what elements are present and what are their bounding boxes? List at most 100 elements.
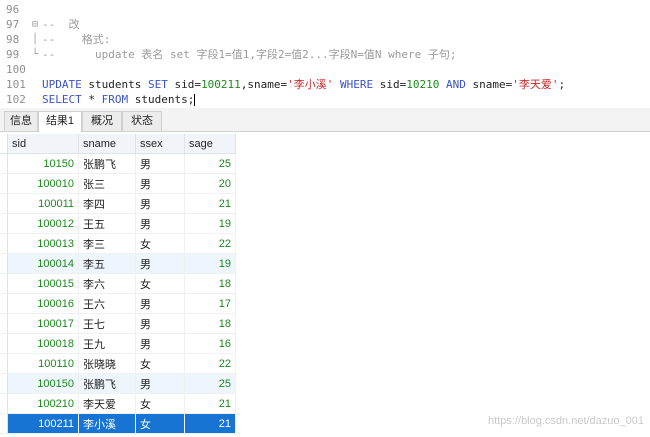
row-indicator bbox=[0, 253, 8, 274]
cell-sid[interactable]: 100014 bbox=[7, 253, 79, 274]
cell-ssex[interactable]: 男 bbox=[135, 213, 185, 234]
cell-sage[interactable]: 18 bbox=[184, 273, 236, 294]
row-indicator bbox=[0, 393, 8, 414]
table-row[interactable]: 100010 张三男 20 bbox=[0, 173, 236, 194]
cell-sage[interactable]: 25 bbox=[184, 373, 236, 394]
cell-sname[interactable]: 王七 bbox=[78, 313, 136, 334]
line-number: 100 bbox=[6, 63, 26, 76]
row-indicator bbox=[0, 233, 8, 254]
cell-ssex[interactable]: 男 bbox=[135, 193, 185, 214]
cell-sid[interactable]: 100110 bbox=[7, 353, 79, 374]
fold-marker-icon[interactable]: ⊟ bbox=[32, 17, 38, 32]
cell-sname[interactable]: 李六 bbox=[78, 273, 136, 294]
code-text: SELECT * FROM students; bbox=[42, 92, 196, 107]
cell-sname[interactable]: 张晓晓 bbox=[78, 353, 136, 374]
cell-sage[interactable]: 21 bbox=[184, 193, 236, 214]
table-row[interactable]: 100018 王九男 16 bbox=[0, 333, 236, 354]
cell-sname[interactable]: 张鹏飞 bbox=[78, 153, 136, 174]
tab-2[interactable]: 概况 bbox=[82, 111, 122, 131]
column-header-sid[interactable]: sid bbox=[7, 134, 79, 154]
cell-ssex[interactable]: 男 bbox=[135, 373, 185, 394]
cell-sage[interactable]: 25 bbox=[184, 153, 236, 174]
cell-sid[interactable]: 100018 bbox=[7, 333, 79, 354]
cell-ssex[interactable]: 男 bbox=[135, 293, 185, 314]
cell-sage[interactable]: 19 bbox=[184, 213, 236, 234]
cell-sname[interactable]: 李小溪 bbox=[78, 413, 136, 434]
cell-sid[interactable]: 100210 bbox=[7, 393, 79, 414]
column-header-ssex[interactable]: ssex bbox=[135, 134, 185, 154]
cell-ssex[interactable]: 男 bbox=[135, 153, 185, 174]
cell-sid[interactable]: 100150 bbox=[7, 373, 79, 394]
cell-sname[interactable]: 王六 bbox=[78, 293, 136, 314]
table-row[interactable]: 100017 王七男 18 bbox=[0, 313, 236, 334]
cell-ssex[interactable]: 女 bbox=[135, 413, 185, 434]
row-indicator bbox=[0, 313, 8, 334]
cell-sid[interactable]: 100211 bbox=[7, 413, 79, 434]
cell-sname[interactable]: 王九 bbox=[78, 333, 136, 354]
cell-ssex[interactable]: 男 bbox=[135, 173, 185, 194]
cell-sage[interactable]: 19 bbox=[184, 253, 236, 274]
table-row[interactable]: ▶ 100211 李小溪女 21 bbox=[0, 413, 236, 434]
table-row[interactable]: 100110 张晓晓女 22 bbox=[0, 353, 236, 374]
cell-sid[interactable]: 10150 bbox=[7, 153, 79, 174]
line-number: 99 bbox=[6, 48, 20, 61]
cell-sname[interactable]: 王五 bbox=[78, 213, 136, 234]
column-header-sname[interactable]: sname bbox=[78, 134, 136, 154]
tab-1[interactable]: 结果1 bbox=[38, 111, 82, 132]
table-row[interactable]: 10150 张鹏飞男 25 bbox=[0, 153, 236, 174]
code-token: * bbox=[81, 93, 102, 106]
line-number: 102 bbox=[6, 93, 26, 106]
sql-editor[interactable]: 96 97 ⊟ -- 改 98 │ -- 格式: 99 └ -- update 表名 set 字段… bbox=[0, 0, 650, 106]
table-row[interactable]: 100150 张鹏飞男 25 bbox=[0, 373, 236, 394]
cell-ssex[interactable]: 男 bbox=[135, 333, 185, 354]
tab-3[interactable]: 状态 bbox=[122, 111, 162, 131]
cell-sname[interactable]: 张鹏飞 bbox=[78, 373, 136, 394]
tab-0[interactable]: 信息 bbox=[4, 111, 38, 131]
cell-sname[interactable]: 李四 bbox=[78, 193, 136, 214]
cell-ssex[interactable]: 女 bbox=[135, 273, 185, 294]
code-token: -- 格式: bbox=[42, 33, 111, 46]
cell-sid[interactable]: 100010 bbox=[7, 173, 79, 194]
table-row[interactable]: 100013 李三女 22 bbox=[0, 233, 236, 254]
cell-sid[interactable]: 100011 bbox=[7, 193, 79, 214]
table-row[interactable]: 100014 李五男 19 bbox=[0, 253, 236, 274]
cell-sage[interactable]: 20 bbox=[184, 173, 236, 194]
cell-sid[interactable]: 100016 bbox=[7, 293, 79, 314]
cell-sid[interactable]: 100012 bbox=[7, 213, 79, 234]
cell-sage[interactable]: 21 bbox=[184, 413, 236, 434]
cell-sage[interactable]: 22 bbox=[184, 353, 236, 374]
row-indicator bbox=[0, 293, 8, 314]
cell-sid[interactable]: 100015 bbox=[7, 273, 79, 294]
cell-sage[interactable]: 17 bbox=[184, 293, 236, 314]
table-row[interactable]: 100210 李天爱女 21 bbox=[0, 393, 236, 414]
table-header-row: sid sname ssex sage bbox=[0, 134, 236, 154]
result-grid[interactable]: sid sname ssex sage 10150 张鹏飞男 25 100010 张三男… bbox=[0, 134, 650, 437]
cell-ssex[interactable]: 男 bbox=[135, 313, 185, 334]
cell-sage[interactable]: 21 bbox=[184, 393, 236, 414]
table-row[interactable]: 100016 王六男 17 bbox=[0, 293, 236, 314]
cell-ssex[interactable]: 男 bbox=[135, 253, 185, 274]
row-indicator bbox=[0, 153, 8, 174]
cell-ssex[interactable]: 女 bbox=[135, 233, 185, 254]
cell-sname[interactable]: 李天爱 bbox=[78, 393, 136, 414]
code-token: AND bbox=[445, 78, 466, 91]
result-table: sid sname ssex sage 10150 张鹏飞男 25 100010 张三男… bbox=[0, 134, 236, 434]
row-indicator bbox=[0, 373, 8, 394]
column-header-sage[interactable]: sage bbox=[184, 134, 236, 154]
cell-ssex[interactable]: 女 bbox=[135, 353, 185, 374]
fold-marker-icon: └ bbox=[32, 49, 39, 60]
cell-sid[interactable]: 100017 bbox=[7, 313, 79, 334]
cell-sname[interactable]: 李五 bbox=[78, 253, 136, 274]
cell-sid[interactable]: 100013 bbox=[7, 233, 79, 254]
cell-sage[interactable]: 22 bbox=[184, 233, 236, 254]
watermark: https://blog.csdn.net/dazuo_001 bbox=[488, 415, 644, 427]
table-row[interactable]: 100012 王五男 19 bbox=[0, 213, 236, 234]
table-row[interactable]: 100011 李四男 21 bbox=[0, 193, 236, 214]
cell-ssex[interactable]: 女 bbox=[135, 393, 185, 414]
table-row[interactable]: 100015 李六女 18 bbox=[0, 273, 236, 294]
cell-sage[interactable]: 16 bbox=[184, 333, 236, 354]
cell-sage[interactable]: 18 bbox=[184, 313, 236, 334]
code-token: UPDATE bbox=[42, 78, 82, 91]
cell-sname[interactable]: 张三 bbox=[78, 173, 136, 194]
cell-sname[interactable]: 李三 bbox=[78, 233, 136, 254]
